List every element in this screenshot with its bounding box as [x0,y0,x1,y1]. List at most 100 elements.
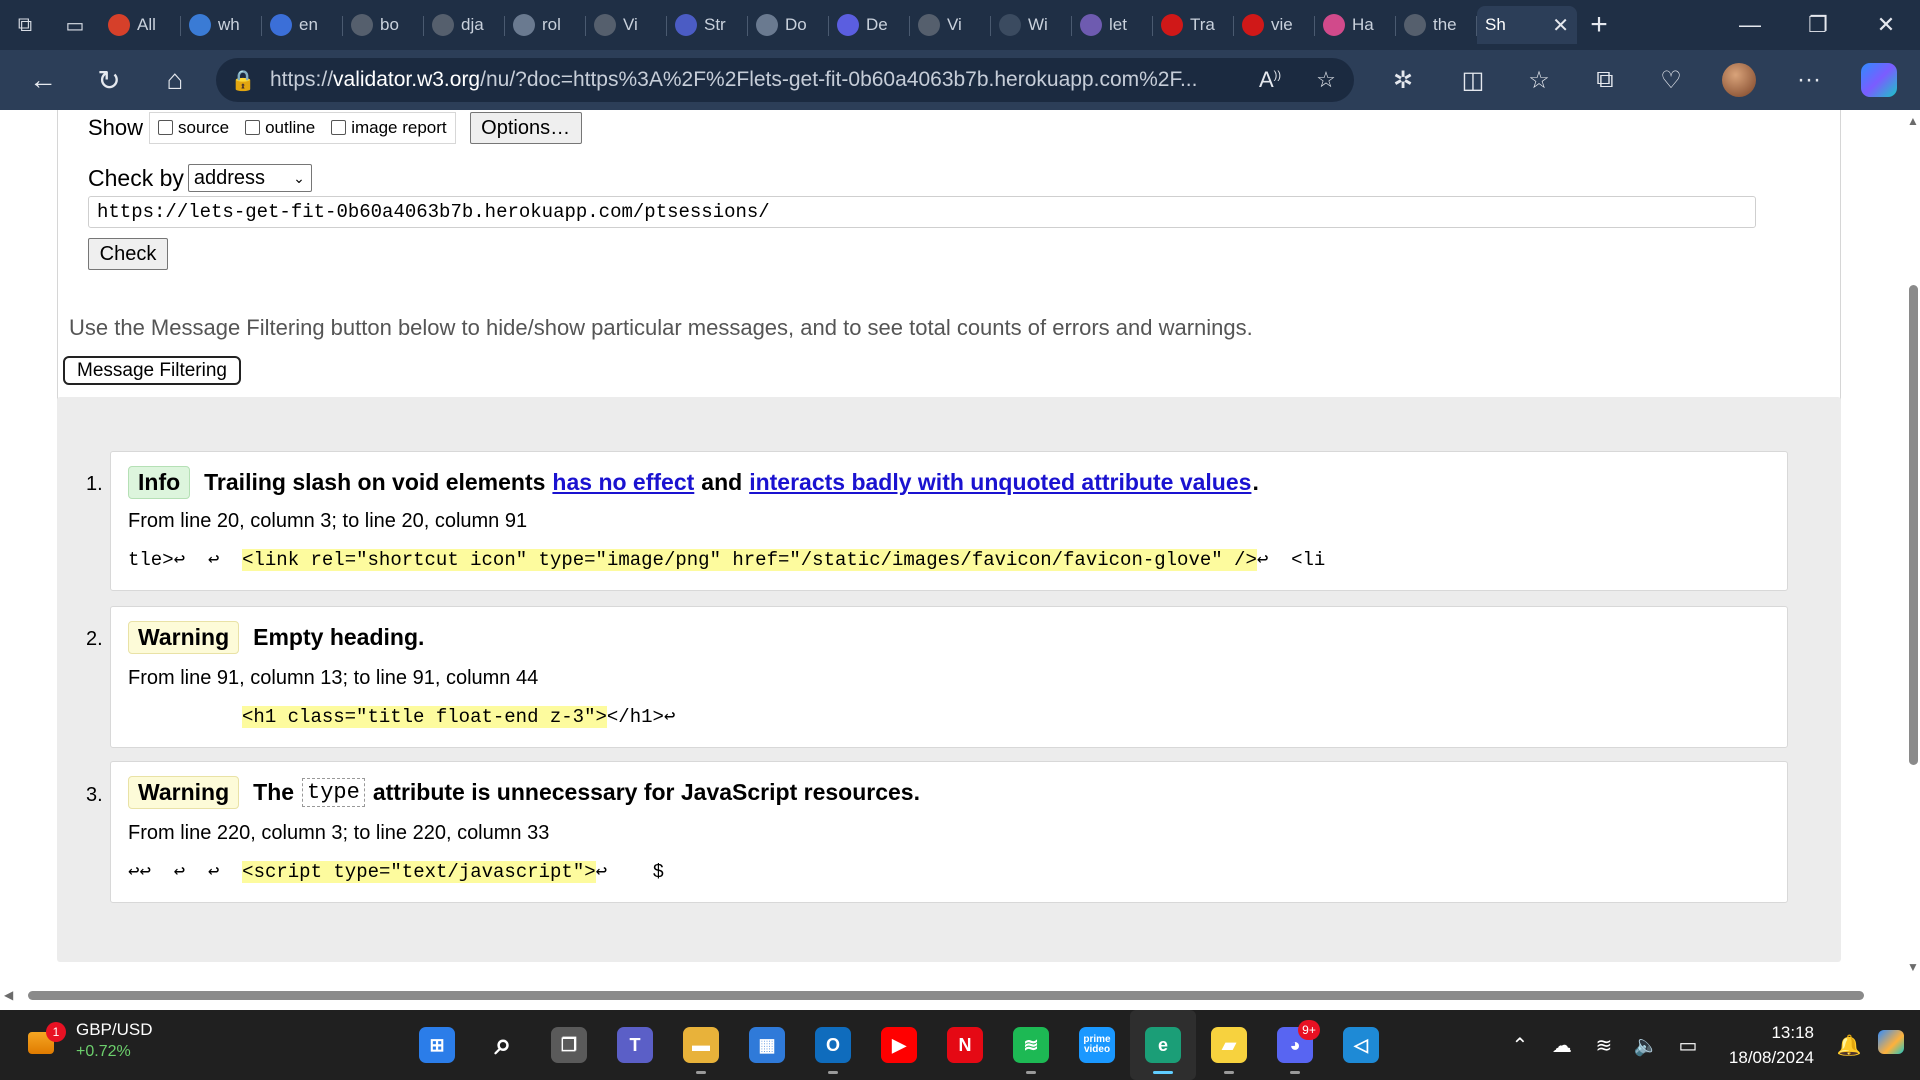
discord-notification-badge: 9+ [1298,1020,1320,1040]
scroll-left-icon[interactable]: ◀ [4,988,13,1002]
task-view-icon: ❐ [551,1027,587,1063]
settings-more-icon[interactable]: ··· [1776,50,1842,110]
collections-icon[interactable]: ⧉ [1572,50,1638,110]
read-aloud-icon[interactable]: A)) [1242,67,1298,93]
browser-tab[interactable]: Tra [1153,6,1234,44]
browser-tab[interactable]: Wi [991,6,1072,44]
split-screen-icon[interactable]: ◫ [1440,50,1506,110]
browser-tab[interactable]: en [262,6,343,44]
vertical-scroll-thumb[interactable] [1909,285,1918,765]
profile-avatar[interactable] [1706,50,1772,110]
browser-tab-bar: ⧉ ▭ All wh en bo dja rol Vi Str Do De Vi Wi let Tra vi… [0,0,1920,50]
browser-tab[interactable]: Vi [910,6,991,44]
refresh-icon[interactable]: ↻ [76,50,142,110]
browser-tab[interactable]: let [1072,6,1153,44]
browser-tab[interactable]: All [100,6,181,44]
vertical-scrollbar[interactable]: ▲ ▼ [1906,110,1920,978]
message-filtering-button[interactable]: Message Filtering [63,356,241,385]
windows-taskbar: 1 GBP/USD +0.72% ⊞ ⌕ ❐ T ▬ ▦ O ▶ N ≋ prime video e ▰… [0,1010,1920,1080]
onedrive-icon[interactable]: ☁ [1541,1033,1583,1058]
browser-tab[interactable]: De [829,6,910,44]
browser-tab[interactable]: the [1396,6,1477,44]
browser-tab[interactable]: Ha [1315,6,1396,44]
horizontal-scrollbar[interactable]: ◀ [0,988,1906,1002]
discord-app[interactable]: ◕ 9+ [1262,1010,1328,1080]
youtube-app[interactable]: ▶ [866,1010,932,1080]
horizontal-scroll-thumb[interactable] [28,991,1864,1000]
tab-label: Ha [1352,15,1374,34]
wifi-icon[interactable]: ≋ [1583,1033,1625,1058]
opera-icon [108,14,130,36]
vscode-app[interactable]: ◁ [1328,1010,1394,1080]
active-tab-label: Sh [1485,15,1506,34]
scroll-up-icon[interactable]: ▲ [1907,114,1919,128]
chevron-up-icon[interactable]: ⌃ [1499,1033,1541,1058]
clock[interactable]: 13:18 18/08/2024 [1729,1020,1814,1070]
volume-icon[interactable]: 🔈 [1625,1033,1667,1058]
unquoted-attribute-link[interactable]: interacts badly with unquoted attribute … [749,469,1251,496]
prime-video-app[interactable]: prime video [1064,1010,1130,1080]
battery-icon[interactable]: ▭ [1667,1033,1709,1058]
check-by-select[interactable]: address ⌄ [187,164,312,192]
github-icon [1404,14,1426,36]
minimize-button[interactable]: — [1716,0,1784,50]
browser-tab[interactable]: Str [667,6,748,44]
outline-checkbox[interactable] [245,120,261,135]
outlook-app[interactable]: O [800,1010,866,1080]
stock-widget[interactable]: 1 GBP/USD +0.72% [24,1020,153,1061]
lock-icon[interactable]: 🔒 [216,68,270,93]
tab-label: wh [218,15,240,34]
edge-app[interactable]: e [1130,1010,1196,1080]
url-text[interactable]: https://validator.w3.org/nu/?doc=https%3… [270,68,1242,92]
close-window-button[interactable]: ✕ [1852,0,1920,50]
browser-essentials-icon[interactable]: ♡ [1638,50,1704,110]
browser-tab[interactable]: rol [505,6,586,44]
source-checkbox[interactable] [158,120,174,135]
spotify-app[interactable]: ≋ [998,1010,1064,1080]
favorites-icon[interactable]: ☆ [1506,50,1572,110]
scroll-down-icon[interactable]: ▼ [1907,960,1919,974]
start-button[interactable]: ⊞ [404,1010,470,1080]
search-icon: ⌕ [494,1028,512,1061]
vertical-tabs-icon[interactable]: ▭ [50,0,100,50]
extensions-icon[interactable]: ✲ [1370,50,1436,110]
message-location[interactable]: From line 220, column 3; to line 220, co… [128,822,549,845]
task-view-button[interactable]: ❐ [536,1010,602,1080]
netflix-app[interactable]: N [932,1010,998,1080]
favorite-star-icon[interactable]: ☆ [1298,67,1354,93]
restore-button[interactable]: ❐ [1784,0,1852,50]
new-tab-button[interactable]: + [1577,3,1621,47]
workspaces-icon[interactable]: ⧉ [0,0,50,50]
active-tab[interactable]: Sh ✕ [1477,6,1577,44]
browser-tab[interactable]: bo [343,6,424,44]
ms-store-app[interactable]: ▦ [734,1010,800,1080]
teams-app[interactable]: T [602,1010,668,1080]
netflix-icon: N [947,1027,983,1063]
browser-tab[interactable]: vie [1234,6,1315,44]
show-outline-option[interactable]: outline [245,118,315,138]
back-icon[interactable]: ← [10,50,76,110]
browser-tab[interactable]: dja [424,6,505,44]
check-button[interactable]: Check [88,238,168,270]
close-tab-icon[interactable]: ✕ [1552,13,1569,38]
browser-tab[interactable]: Do [748,6,829,44]
show-source-option[interactable]: source [158,118,229,138]
system-tray: ⌃ ☁ ≋ 🔈 ▭ 13:18 18/08/2024 🔔 [1499,1010,1920,1080]
search-button[interactable]: ⌕ [470,1010,536,1080]
sticky-notes-app[interactable]: ▰ [1196,1010,1262,1080]
document-url-input[interactable]: https://lets-get-fit-0b60a4063b7b.heroku… [88,196,1756,228]
copilot-icon[interactable] [1846,50,1912,110]
file-explorer-app[interactable]: ▬ [668,1010,734,1080]
options-button[interactable]: Options… [469,112,582,144]
notification-bell-icon[interactable]: 🔔 [1828,1033,1870,1058]
copilot-taskbar-icon[interactable] [1870,1030,1912,1060]
show-image-report-option[interactable]: image report [331,118,447,138]
message-location[interactable]: From line 91, column 13; to line 91, col… [128,667,538,690]
message-location[interactable]: From line 20, column 3; to line 20, colu… [128,510,527,533]
home-icon[interactable]: ⌂ [142,50,208,110]
browser-tab[interactable]: wh [181,6,262,44]
image-report-checkbox[interactable] [331,120,347,135]
browser-tab[interactable]: Vi [586,6,667,44]
address-bar[interactable]: 🔒 https://validator.w3.org/nu/?doc=https… [216,58,1354,102]
has-no-effect-link[interactable]: has no effect [552,469,694,496]
